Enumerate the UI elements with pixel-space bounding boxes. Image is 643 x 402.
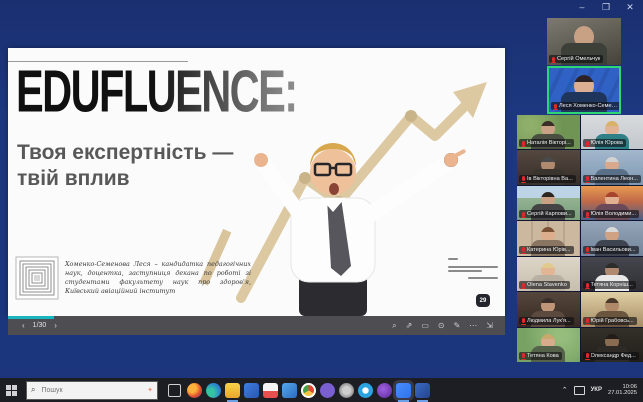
presenter-bio: Хоменко-Семенова Леся – кандидатка педаг… — [65, 260, 251, 296]
participant-name: Наталія Вікторі... — [527, 140, 571, 146]
settings-gear-icon[interactable] — [339, 383, 354, 398]
zoom-icon[interactable]: ⌕ — [392, 321, 396, 331]
participant-tile[interactable]: Валентина Леон... — [581, 150, 643, 184]
muted-mic-icon — [522, 283, 525, 288]
media-player-icon[interactable] — [377, 383, 392, 398]
muted-mic-icon — [586, 141, 589, 146]
participant-name: Юлія Володими... — [591, 211, 637, 217]
participant-name: Іван Васильови... — [591, 247, 636, 253]
participant-name: Олександр Фед... — [591, 353, 636, 359]
muted-mic-icon — [522, 212, 525, 217]
participant-tile[interactable]: Катерина Юрів... — [517, 221, 580, 255]
participant-name: Тетяна Корніш... — [591, 282, 633, 288]
participant-tile[interactable]: Іван Васильови... — [581, 221, 643, 255]
participant-tile[interactable]: Тетяна Корніш... — [581, 257, 643, 291]
minimize-button[interactable]: – — [575, 2, 589, 13]
presentation-toolbar: ‹ 1/30 › ⌕ ⇗ ▭ ⊙ ✎ ⋯ ⇲ — [8, 316, 505, 335]
participant-name: Леся Хоменко-Семенова — [559, 103, 618, 109]
participant-name: Ів Вікторівна Ва... — [527, 176, 573, 182]
prev-page-button[interactable]: ‹ — [22, 321, 25, 330]
muted-mic-icon — [586, 283, 589, 288]
participant-name: Сергій Омельчук — [557, 56, 600, 62]
zoom-app-icon[interactable] — [396, 383, 411, 398]
viber-icon[interactable] — [320, 383, 335, 398]
participant-name: Юлія Юрова — [591, 140, 623, 146]
search-icon: ⌕ — [31, 385, 35, 395]
maximize-button[interactable]: ❐ — [599, 2, 613, 13]
mail-icon[interactable] — [282, 383, 297, 398]
share-icon[interactable]: ⇗ — [406, 321, 413, 330]
participant-tile[interactable]: Сергій Омельчук — [547, 18, 621, 65]
muted-mic-icon — [586, 353, 589, 358]
muted-mic-icon — [586, 318, 589, 323]
participant-tile[interactable]: Ів Вікторівна Ва... — [517, 150, 580, 184]
next-page-button[interactable]: › — [54, 321, 57, 330]
annotate-icon[interactable]: ✎ — [454, 321, 461, 330]
muted-mic-icon — [522, 176, 525, 181]
task-view-icon[interactable] — [168, 384, 181, 397]
language-indicator[interactable]: УКР — [591, 387, 602, 393]
fullscreen-icon[interactable]: ⇲ — [486, 321, 493, 330]
participant-tile[interactable]: Юлія Юрова — [581, 115, 643, 149]
copilot-sparkle-icon: ✦ — [147, 386, 153, 394]
muted-mic-icon — [586, 212, 589, 217]
system-tray: ⌃ УКР 10:06 27.01.2025 — [562, 384, 643, 397]
participant-name: Olena Stavenko — [527, 282, 567, 288]
edge-icon[interactable] — [206, 383, 221, 398]
muted-mic-icon — [586, 247, 589, 252]
muted-mic-icon — [554, 104, 557, 109]
taskbar-search[interactable]: ⌕ ✦ — [26, 381, 158, 400]
tray-date: 27.01.2025 — [608, 390, 637, 397]
participant-tile[interactable]: Olena Stavenko — [517, 257, 580, 291]
muted-mic-icon — [522, 353, 525, 358]
display-tray-icon[interactable] — [574, 386, 585, 395]
participant-tile[interactable]: Юрій Грабовсь... — [581, 292, 643, 326]
broadcast-icon[interactable]: ⊙ — [438, 321, 445, 330]
shared-slide: EDUFLUENCE: Твоя експертність — твій впл… — [8, 48, 505, 316]
muted-mic-icon — [522, 247, 525, 252]
firefox-icon[interactable] — [187, 383, 202, 398]
captions-icon[interactable]: ▭ — [421, 321, 429, 330]
progress-bar — [8, 316, 54, 319]
comments-badge[interactable]: 29 — [476, 294, 490, 307]
slide-brand-marks — [448, 256, 500, 281]
participant-grid: Наталія Вікторі... Юлія Юрова Ів Вікторі… — [517, 115, 643, 362]
muted-mic-icon — [586, 176, 589, 181]
participant-name: Валентина Леон... — [591, 176, 638, 182]
active-speaker-tile[interactable]: Леся Хоменко-Семенова — [547, 66, 621, 114]
chrome-icon[interactable] — [301, 383, 316, 398]
spiral-square-logo — [15, 256, 59, 300]
participant-name: Юрій Грабовсь... — [591, 318, 634, 324]
file-explorer-icon[interactable] — [225, 383, 240, 398]
slide-title: EDUFLUENCE: — [16, 62, 297, 122]
participant-name: Тетяна Кова — [527, 353, 559, 359]
window-controls: – ❐ ✕ — [575, 2, 637, 13]
windows-taskbar: ⌕ ✦ ⌃ УКР 10:06 27.01.2025 — [0, 378, 643, 402]
photos-icon[interactable] — [244, 383, 259, 398]
participant-name: Сергій Карпови... — [527, 211, 572, 217]
muted-mic-icon — [522, 318, 525, 323]
participant-tile[interactable]: Олександр Фед... — [581, 328, 643, 362]
hidden-icons-chevron[interactable]: ⌃ — [562, 386, 568, 394]
store-icon[interactable] — [263, 383, 278, 398]
word-icon[interactable] — [415, 383, 430, 398]
close-button[interactable]: ✕ — [623, 2, 637, 13]
skype-icon[interactable] — [358, 383, 373, 398]
participant-tile[interactable]: Юлія Володими... — [581, 186, 643, 220]
participant-name: Людмила Лук'я... — [527, 318, 571, 324]
participant-tile[interactable]: Наталія Вікторі... — [517, 115, 580, 149]
participant-tile[interactable]: Тетяна Кова — [517, 328, 580, 362]
muted-mic-icon — [522, 141, 525, 146]
search-input[interactable] — [39, 386, 113, 395]
muted-mic-icon — [552, 57, 555, 62]
clock[interactable]: 10:06 27.01.2025 — [608, 384, 637, 397]
start-button[interactable] — [0, 378, 22, 402]
participant-tile[interactable]: Людмила Лук'я... — [517, 292, 580, 326]
participant-name: Катерина Юрів... — [527, 247, 571, 253]
slide-subtitle: Твоя експертність — твій вплив — [17, 140, 233, 192]
more-icon[interactable]: ⋯ — [469, 321, 477, 330]
page-indicator: 1/30 — [33, 322, 47, 329]
windows-logo-icon — [6, 385, 17, 396]
participant-tile[interactable]: Сергій Карпови... — [517, 186, 580, 220]
